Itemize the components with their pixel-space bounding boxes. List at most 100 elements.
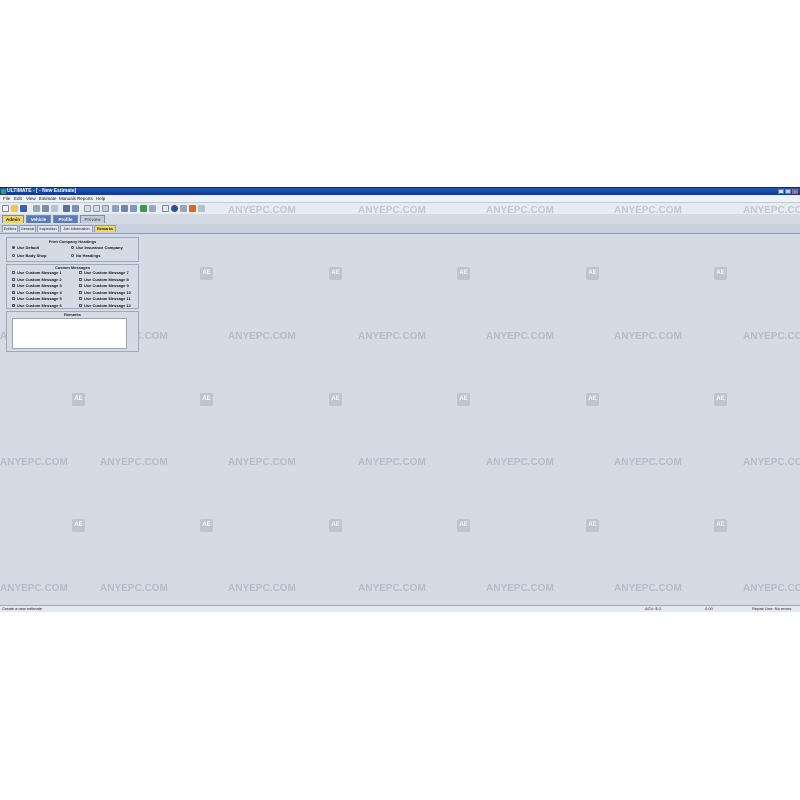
calculator-icon[interactable] [72,205,79,212]
radio-icon [71,254,74,258]
watermark-text: ANYEPC.COM [486,331,554,342]
watermark-text: ANYEPC.COM [486,457,554,468]
custom-message-2-checkbox[interactable]: Use Custom Message 2 [12,277,62,282]
window-title: ULTIMATE - [ - New Estimate] [7,188,77,194]
paint-icon[interactable] [130,205,137,212]
menu-reports[interactable]: Reports [77,195,93,202]
custom-message-10-checkbox[interactable]: Use Custom Message 10 [79,290,131,295]
tab-admin[interactable]: Admin [2,215,24,223]
table-icon[interactable] [93,205,100,212]
watermark-badge: AE [329,267,342,280]
menu-bar: File Edit View Estimate Manuals Reports … [0,195,800,203]
watermark-text: ANYEPC.COM [486,205,554,216]
custom-message-7-checkbox[interactable]: Use Custom Message 7 [79,270,129,275]
watermark-badge: AE [586,267,599,280]
option-label: No Headings [76,253,101,258]
watermark-text: ANYEPC.COM [486,583,554,594]
save-icon[interactable] [20,205,27,212]
preview-icon[interactable] [42,205,49,212]
menu-manuals[interactable]: Manuals [59,195,76,202]
print-icon[interactable] [33,205,40,212]
watermark-badge: AE [457,393,470,406]
watermark-text: ANYEPC.COM [358,331,426,342]
watermark-text: ANYEPC.COM [614,457,682,468]
menu-estimate[interactable]: Estimate [39,195,57,202]
custom-message-1-checkbox[interactable]: Use Custom Message 1 [12,270,62,275]
watermark-text: ANYEPC.COM [358,205,426,216]
watermark-badge: AE [329,393,342,406]
close-button[interactable]: × [792,189,798,194]
watermark-text: ANYEPC.COM [743,457,800,468]
watermark-badge: AE [457,267,470,280]
radio-selected-icon [12,246,15,250]
option-use-body-shop[interactable]: Use Body Shop [12,253,47,258]
tools-icon[interactable] [189,205,196,212]
menu-edit[interactable]: Edit [14,195,22,202]
status-acv: ACV: $ 0 [645,606,661,611]
option-label: Use Custom Message 10 [84,289,131,295]
checkbox-icon [79,277,82,281]
custom-message-9-checkbox[interactable]: Use Custom Message 9 [79,283,129,288]
option-use-default[interactable]: Use Default [12,245,39,250]
menu-file[interactable]: File [3,195,10,202]
subtab-remarks[interactable]: Remarks [94,225,116,232]
custom-message-11-checkbox[interactable]: Use Custom Message 11 [79,296,131,301]
menu-help[interactable]: Help [96,195,105,202]
menu-view[interactable]: View [26,195,36,202]
list-icon[interactable] [102,205,109,212]
watermark-badge: AE [586,519,599,532]
option-label: Use Custom Message 5 [17,296,62,301]
watermark-badge: AE [200,519,213,532]
option-label: Use Insurance Company [76,245,123,250]
custom-message-4-checkbox[interactable]: Use Custom Message 4 [12,290,62,295]
tab-profile[interactable]: Profile [53,215,78,223]
minimize-button[interactable]: _ [778,189,784,194]
graph-icon[interactable] [149,205,156,212]
custom-message-12-checkbox[interactable]: Use Custom Message 12 [79,303,131,308]
help-icon[interactable] [171,205,178,212]
subtab-entities[interactable]: Entities [2,225,18,232]
check-icon[interactable] [140,205,147,212]
remarks-title: Remarks [64,312,81,317]
dropdown-chevron-icon[interactable] [51,205,58,212]
option-no-headings[interactable]: No Headings [71,253,100,258]
maximize-button[interactable]: □ [785,189,791,194]
tab-vehicle[interactable]: Vehicle [26,215,51,223]
settings-icon[interactable] [180,205,187,212]
watermark-badge: AE [714,267,727,280]
binoculars-icon[interactable] [63,205,70,212]
custom-message-5-checkbox[interactable]: Use Custom Message 5 [12,296,62,301]
labor-icon[interactable] [121,205,128,212]
option-label: Use Custom Message 11 [84,296,131,301]
notes-icon[interactable] [162,205,169,212]
checkbox-icon [12,277,15,281]
title-bar: ULTIMATE - [ - New Estimate] _ □ × [0,188,800,195]
custom-messages-group: Custom Messages Use Custom Message 1 Use… [6,264,139,309]
status-amount: 0.00 [705,606,713,611]
grid-icon[interactable] [84,205,91,212]
parts-icon[interactable] [112,205,119,212]
status-repair-line: Repair Line: No errors [752,606,792,611]
remarks-textarea[interactable] [12,318,127,349]
option-label: Use Custom Message 12 [84,302,131,308]
custom-message-3-checkbox[interactable]: Use Custom Message 3 [12,283,62,288]
option-label: Use Custom Message 6 [17,302,62,308]
tab-preview[interactable]: Preview [80,215,105,223]
watermark-text: ANYEPC.COM [228,457,296,468]
checkbox-icon [79,290,82,294]
new-estimate-icon[interactable] [2,205,9,212]
custom-message-6-checkbox[interactable]: Use Custom Message 6 [12,303,62,308]
radio-icon [71,246,74,250]
subtab-general[interactable]: General [19,225,36,232]
subtab-inspection[interactable]: Inspection [37,225,59,232]
open-folder-icon[interactable] [11,205,18,212]
custom-message-8-checkbox[interactable]: Use Custom Message 8 [79,277,129,282]
watermark-text: ANYEPC.COM [228,331,296,342]
spell-check-icon[interactable] [198,205,205,212]
option-label: Use Custom Message 1 [17,270,62,275]
subtab-job-information[interactable]: Job Information [60,225,93,232]
watermark-text: ANYEPC.COM [743,331,800,342]
option-use-insurance-company[interactable]: Use Insurance Company [71,245,123,250]
watermark-badge: AE [72,519,85,532]
checkbox-icon [79,303,82,307]
